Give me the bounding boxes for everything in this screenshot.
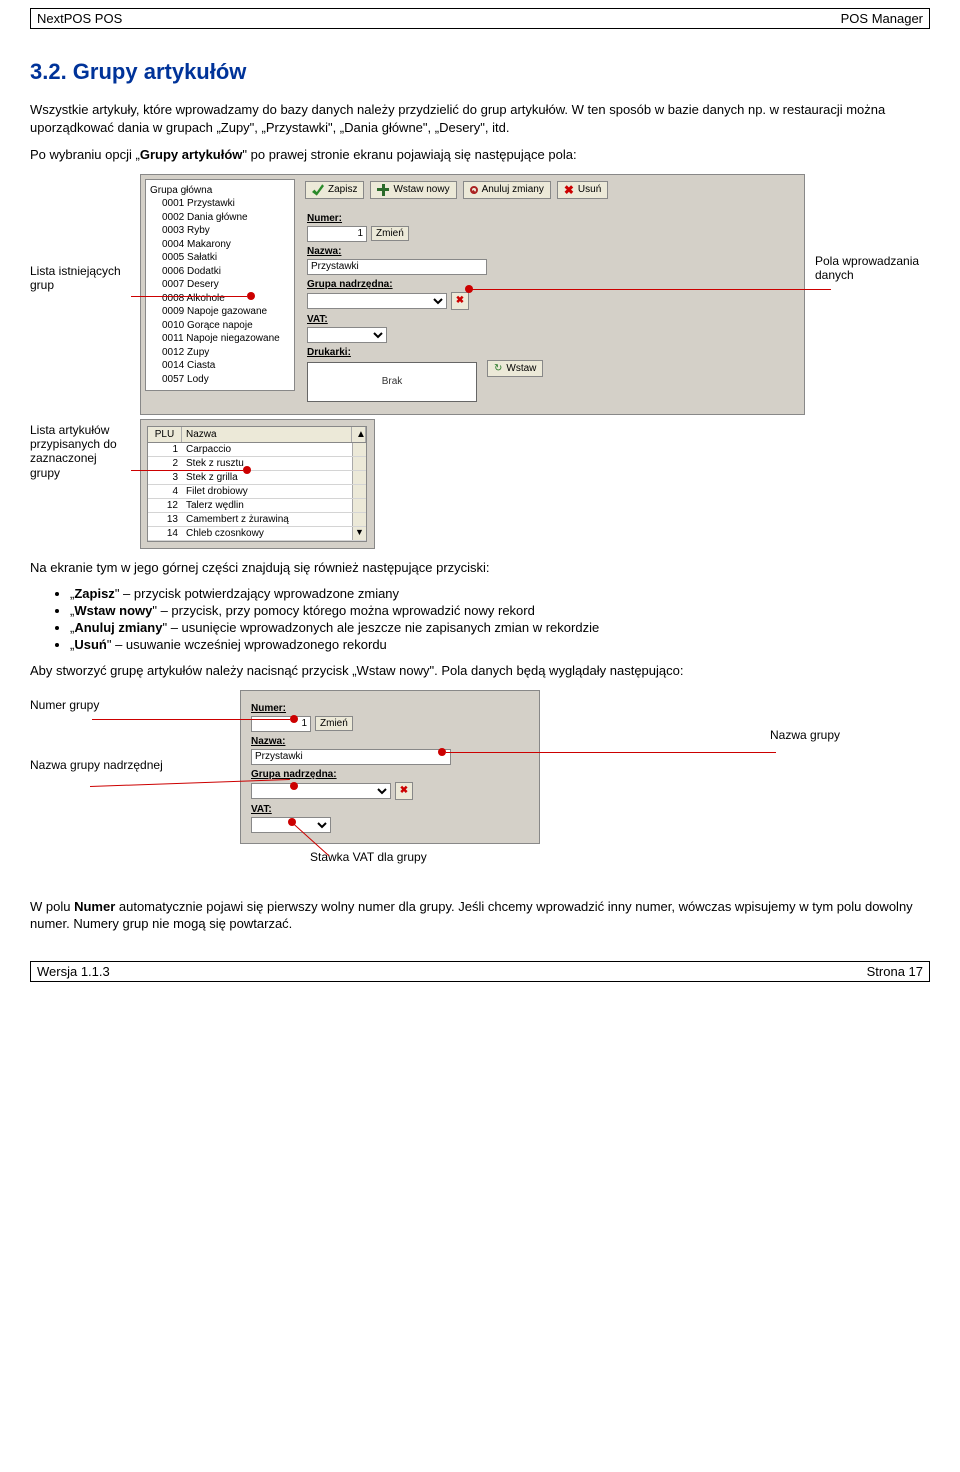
grupa-nadrzedna-select[interactable]	[307, 293, 447, 309]
table-row[interactable]: 1Carpaccio	[148, 443, 366, 457]
vat-select[interactable]	[307, 327, 387, 343]
tree-item[interactable]: 0012 Zupy	[150, 346, 290, 360]
zapisz-button[interactable]: Zapisz	[305, 181, 364, 199]
tree-root[interactable]: Grupa główna	[150, 184, 290, 198]
footer-page: Strona 17	[867, 964, 923, 979]
grupa-label-b: Grupa nadrzędna:	[251, 769, 529, 780]
bullet-anuluj: „Anuluj zmiany" – usunięcie wprowadzonyc…	[70, 620, 930, 635]
usun-button[interactable]: ✖Usuń	[557, 181, 608, 199]
wstaw-nowy-button[interactable]: Wstaw nowy	[370, 181, 456, 199]
screenshot-form-b: Numer: Zmień Nazwa: Grupa nadrzędna: ✖ V…	[240, 690, 540, 844]
tree-item[interactable]: 0004 Makarony	[150, 238, 290, 252]
scroll-up-icon[interactable]: ▲	[352, 427, 366, 442]
plus-icon	[377, 184, 389, 196]
annotation-nazwa-grupy: Nazwa grupy	[770, 728, 930, 742]
annotation-lista-grup: Lista istniejących grup	[30, 264, 130, 293]
nazwa-label-b: Nazwa:	[251, 736, 529, 747]
intro-paragraph-1: Wszystkie artykuły, które wprowadzamy do…	[30, 101, 930, 136]
tree-item[interactable]: 0014 Ciasta	[150, 359, 290, 373]
toolbar: Zapisz Wstaw nowy Anuluj zmiany ✖Usuń	[299, 175, 804, 209]
numer-label: Numer:	[307, 213, 796, 224]
nazwa-input[interactable]	[307, 259, 487, 275]
form-area: Numer: Zmień Nazwa: Grupa nadrzędna: ✖ V…	[299, 213, 804, 414]
table-row[interactable]: 13Camembert z żurawiną	[148, 513, 366, 527]
article-grid[interactable]: PLU Nazwa ▲ 1Carpaccio 2Stek z rusztu 3S…	[147, 426, 367, 542]
anuluj-zmiany-button[interactable]: Anuluj zmiany	[463, 181, 551, 199]
tree-item[interactable]: 0008 Alkohole	[150, 292, 290, 306]
annotation-lista-artykulow: Lista artykułów przypisanych do zaznaczo…	[30, 423, 130, 481]
zmien-button-b[interactable]: Zmień	[315, 716, 353, 731]
mid-line1: Na ekranie tym w jego górnej części znaj…	[30, 559, 930, 577]
x-icon: ✖	[564, 184, 574, 196]
header-left: NextPOS POS	[37, 11, 122, 26]
screenshot-main-panel: Grupa główna 0001 Przystawki 0002 Dania …	[140, 174, 805, 415]
drukarki-box: Brak	[307, 362, 477, 402]
group-tree[interactable]: Grupa główna 0001 Przystawki 0002 Dania …	[145, 179, 295, 392]
tree-item[interactable]: 0009 Napoje gazowane	[150, 305, 290, 319]
table-row[interactable]: 2Stek z rusztu	[148, 457, 366, 471]
check-icon	[312, 184, 324, 196]
col-nazwa: Nazwa	[182, 427, 352, 442]
tree-item[interactable]: 0057 Lody	[150, 373, 290, 387]
tree-item[interactable]: 0006 Dodatki	[150, 265, 290, 279]
nazwa-input-b[interactable]	[251, 749, 451, 765]
no-icon	[470, 186, 478, 194]
tree-item[interactable]: 0002 Dania główne	[150, 211, 290, 225]
tree-item[interactable]: 0003 Ryby	[150, 224, 290, 238]
table-row[interactable]: 12Talerz wędlin	[148, 499, 366, 513]
nazwa-label: Nazwa:	[307, 246, 796, 257]
page-footer: Wersja 1.1.3 Strona 17	[30, 961, 930, 982]
page-title: 3.2. Grupy artykułów	[30, 59, 930, 85]
bullet-zapisz: „Zapisz" – przycisk potwierdzający wprow…	[70, 586, 930, 601]
tree-item[interactable]: 0001 Przystawki	[150, 197, 290, 211]
scroll-down-icon[interactable]: ▼	[352, 527, 366, 540]
closing-paragraph: W polu Numer automatycznie pojawi się pi…	[30, 898, 930, 933]
button-bullets: „Zapisz" – przycisk potwierdzający wprow…	[70, 586, 930, 652]
table-row[interactable]: 4Filet drobiowy	[148, 485, 366, 499]
footer-version: Wersja 1.1.3	[37, 964, 110, 979]
numer-label-b: Numer:	[251, 703, 529, 714]
tree-item[interactable]: 0011 Napoje niegazowane	[150, 332, 290, 346]
zmien-button[interactable]: Zmień	[371, 226, 409, 241]
annotation-pola-wprowadzania: Pola wprowadzania danych	[815, 254, 930, 283]
tree-item[interactable]: 0007 Desery	[150, 278, 290, 292]
mid-line2: Aby stworzyć grupę artykułów należy naci…	[30, 662, 930, 680]
tree-item[interactable]: 0010 Gorące napoje	[150, 319, 290, 333]
numer-input[interactable]	[307, 226, 367, 242]
clear-grupa-button[interactable]: ✖	[451, 292, 469, 310]
col-plu: PLU	[148, 427, 182, 442]
clear-grupa-b-button[interactable]: ✖	[395, 782, 413, 800]
intro-paragraph-2: Po wybraniu opcji „Grupy artykułów" po p…	[30, 146, 930, 164]
page-header: NextPOS POS POS Manager	[30, 8, 930, 29]
grupa-select-b[interactable]	[251, 783, 391, 799]
tree-item[interactable]: 0005 Sałatki	[150, 251, 290, 265]
bullet-usun: „Usuń" – usuwanie wcześniej wprowadzoneg…	[70, 637, 930, 652]
wstaw-drukarka-button[interactable]: ↻Wstaw	[487, 360, 543, 377]
header-right: POS Manager	[841, 11, 923, 26]
annotation-nazwa-nadrzednej: Nazwa grupy nadrzędnej	[30, 758, 190, 772]
table-row[interactable]: 14Chleb czosnkowy▼	[148, 527, 366, 541]
annotation-stawka-vat: Stawka VAT dla grupy	[310, 850, 427, 864]
vat-label-b: VAT:	[251, 804, 529, 815]
annotation-numer-grupy: Numer grupy	[30, 698, 190, 712]
refresh-icon: ↻	[494, 363, 502, 374]
vat-label: VAT:	[307, 314, 796, 325]
drukarki-label: Drukarki:	[307, 347, 796, 358]
bullet-wstaw: „Wstaw nowy" – przycisk, przy pomocy któ…	[70, 603, 930, 618]
table-row[interactable]: 3Stek z grilla	[148, 471, 366, 485]
